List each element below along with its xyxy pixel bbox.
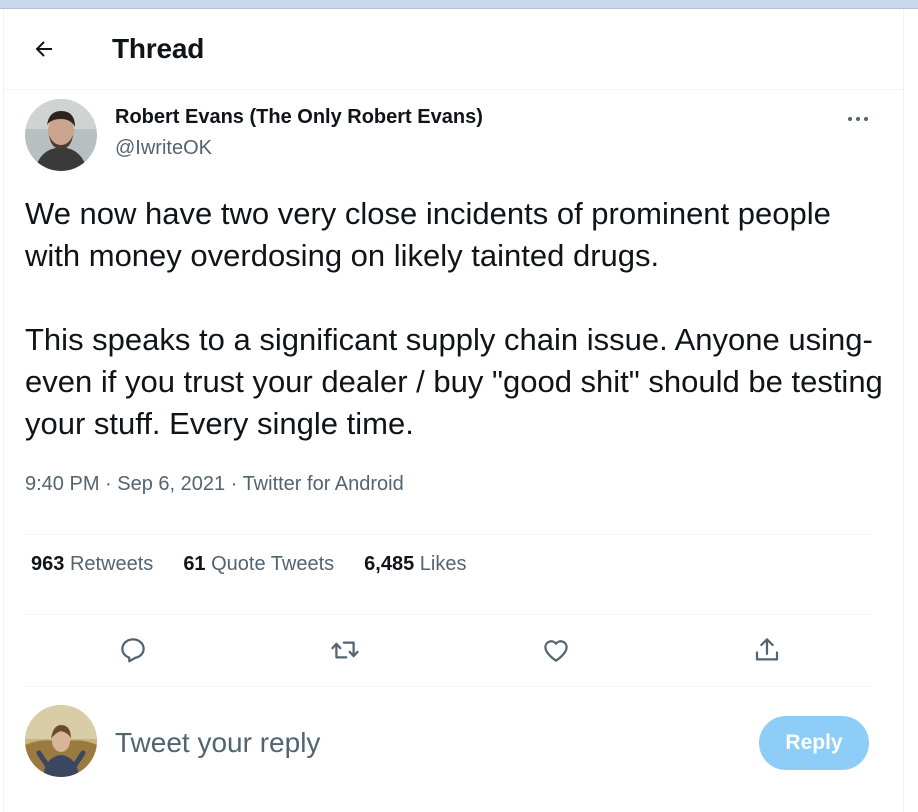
quote-tweets-label: Quote Tweets [211, 553, 335, 575]
meta-separator: · [225, 473, 243, 495]
retweets-stat[interactable]: 963 Retweets [31, 553, 153, 576]
likes-count: 6,485 [364, 553, 415, 575]
divider [25, 686, 873, 687]
current-user-avatar-image [25, 705, 97, 777]
tweet-paragraph: We now have two very close incidents of … [25, 196, 831, 273]
likes-label: Likes [419, 553, 467, 575]
divider [25, 614, 873, 615]
back-button[interactable] [24, 29, 64, 69]
divider [25, 534, 873, 535]
retweets-count: 963 [31, 553, 65, 575]
tweet-time[interactable]: 9:40 PM [25, 473, 99, 495]
more-horizontal-icon [848, 117, 868, 121]
tweet-meta: 9:40 PM · Sep 6, 2021 · Twitter for Andr… [25, 473, 404, 496]
likes-stat[interactable]: 6,485 Likes [364, 553, 466, 576]
meta-separator: · [99, 473, 118, 495]
heart-icon [544, 640, 568, 662]
author-avatar-image [25, 99, 97, 171]
reply-bubble-icon [121, 638, 145, 663]
tweet-source[interactable]: Twitter for Android [243, 473, 404, 495]
reply-button[interactable] [111, 628, 155, 672]
arrow-left-icon [35, 41, 52, 57]
thread-header: Thread [4, 9, 903, 90]
author-handle[interactable]: @IwriteOK [115, 137, 212, 160]
tweet-stats: 963 Retweets 61 Quote Tweets 6,485 Likes [31, 553, 467, 576]
retweet-button[interactable] [323, 628, 367, 672]
retweets-label: Retweets [69, 553, 154, 575]
author-name[interactable]: Robert Evans (The Only Robert Evans) [115, 106, 483, 129]
quote-tweets-stat[interactable]: 61 Quote Tweets [183, 553, 334, 576]
retweet-icon [331, 641, 359, 659]
tweet-text: We now have two very close incidents of … [25, 193, 885, 445]
tweet-paragraph: This speaks to a significant supply chai… [25, 322, 883, 441]
share-button[interactable] [745, 628, 789, 672]
reply-input[interactable] [115, 720, 715, 766]
current-user-avatar[interactable] [25, 705, 97, 777]
share-icon [755, 638, 779, 661]
author-avatar[interactable] [25, 99, 97, 171]
more-options-button[interactable] [838, 104, 878, 134]
tweet-date[interactable]: Sep 6, 2021 [117, 473, 225, 495]
like-button[interactable] [534, 628, 578, 672]
browser-top-strip [0, 0, 918, 9]
reply-submit-button[interactable]: Reply [759, 716, 869, 770]
quote-tweets-count: 61 [183, 553, 206, 575]
tweet-actions [25, 620, 873, 682]
page-title: Thread [112, 33, 205, 64]
